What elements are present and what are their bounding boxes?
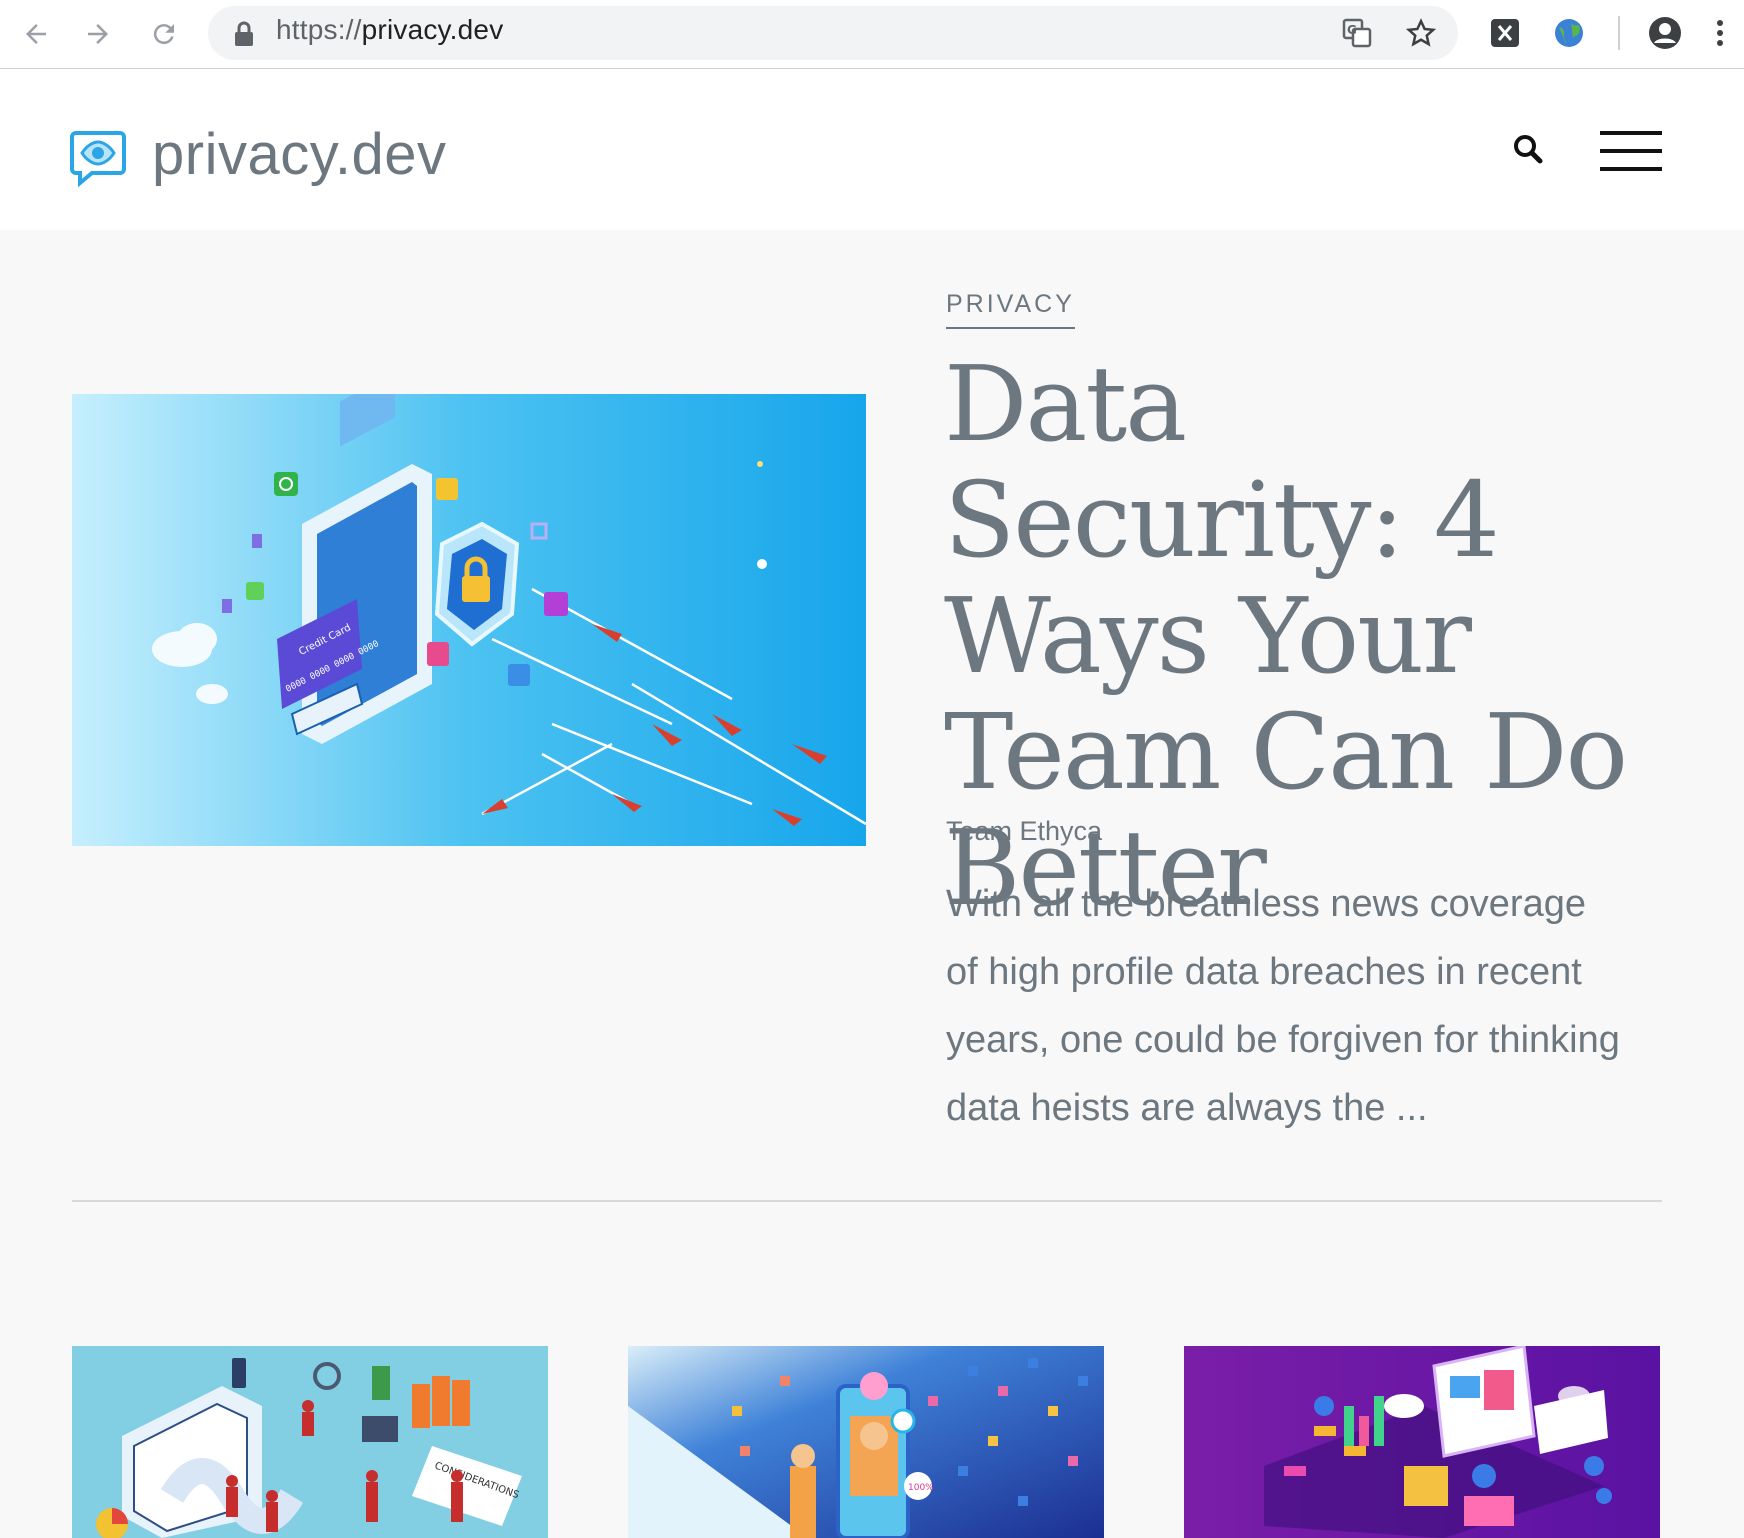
- hamburger-menu-icon[interactable]: [1600, 131, 1662, 171]
- back-icon[interactable]: [16, 14, 56, 54]
- account-icon[interactable]: [1648, 16, 1682, 50]
- forward-icon[interactable]: [78, 14, 118, 54]
- more-icon[interactable]: [1710, 16, 1730, 50]
- url-host: privacy.dev: [361, 14, 504, 45]
- url-scheme: https://: [276, 14, 362, 45]
- globe-extension-icon[interactable]: [1552, 16, 1586, 50]
- logo-icon[interactable]: [70, 129, 126, 192]
- post-card-image[interactable]: 100%: [628, 1346, 1104, 1538]
- post-card-image[interactable]: [1184, 1346, 1660, 1538]
- post-card-image[interactable]: CONSIDERATIONS: [72, 1346, 548, 1538]
- svg-text:G: G: [1347, 23, 1357, 37]
- section-divider: [72, 1200, 1662, 1202]
- search-icon[interactable]: [1512, 133, 1548, 169]
- category-link[interactable]: PRIVACY: [946, 290, 1075, 329]
- reload-icon[interactable]: [144, 14, 184, 54]
- lock-icon: [232, 20, 256, 53]
- card2-label: 100%: [908, 1483, 934, 1493]
- translate-icon[interactable]: G: [1340, 16, 1374, 50]
- toolbar-separator: [1618, 16, 1620, 50]
- hero-image[interactable]: Credit Card 0000 0000 0000 0000: [72, 394, 866, 846]
- article-author[interactable]: Team Ethyca: [946, 816, 1102, 847]
- article-excerpt: With all the breathless news coverage of…: [946, 883, 1620, 1129]
- browser-toolbar: https://privacy.dev G: [0, 0, 1744, 69]
- url-text[interactable]: https://privacy.dev: [276, 14, 503, 46]
- site-header: privacy.dev: [0, 69, 1744, 230]
- star-icon[interactable]: [1404, 16, 1438, 50]
- site-brand[interactable]: privacy.dev: [152, 121, 447, 188]
- x-extension-icon[interactable]: [1488, 16, 1522, 50]
